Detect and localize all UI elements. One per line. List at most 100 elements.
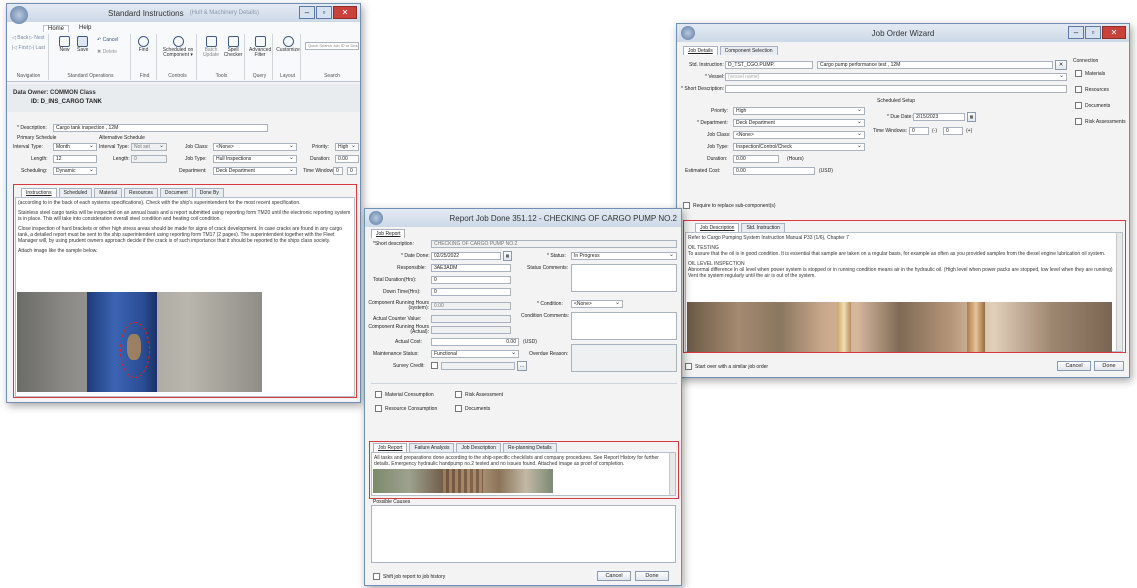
tab-job-report[interactable]: Job Report [373,443,408,452]
job-class-select[interactable]: <None> [733,131,865,139]
priority-select[interactable]: High [733,107,865,115]
date-done-calendar-button[interactable]: ▦ [503,251,512,261]
duration-input[interactable]: 0.00 [733,155,779,163]
std-instruction-desc[interactable]: Cargo pump performance test , 12M [817,61,1053,69]
start-over-checkbox[interactable] [685,363,692,370]
risk-assessments-checkbox[interactable] [1075,118,1082,125]
last-button[interactable]: ▷| Last [29,46,45,51]
job-type-select[interactable]: Inspection/Control/Check [733,143,865,151]
shift-to-history-checkbox[interactable] [373,573,380,580]
calendar-button[interactable]: ▦ [967,112,976,122]
report-scrollbar[interactable] [669,453,675,495]
std-instruction-code[interactable]: D_TST_CGO.PUMP. [725,61,813,69]
scheduled-on-component-button[interactable]: Scheduled on Component ▾ [162,36,194,58]
maintenance-status-select[interactable]: Functional [431,350,519,358]
duration-input[interactable]: 0.00 [335,155,359,163]
close-button[interactable]: ✕ [333,6,357,19]
tab-home[interactable]: Home [43,25,70,32]
possible-causes-input[interactable] [371,505,676,563]
tab-component-selection[interactable]: Component Selection [719,46,778,55]
new-button[interactable]: New [59,36,70,53]
batch-update-button[interactable]: Batch Update [201,36,221,58]
vessel-select[interactable]: (vessel name) [725,73,1067,81]
maximize-button[interactable]: ▫ [1085,26,1101,39]
job-type-select[interactable]: Hull Inspections [213,155,297,163]
tab-resources[interactable]: Resources [124,188,158,197]
next-button[interactable]: ▷ Next [29,36,45,41]
tab-job-description[interactable]: Job Description [695,223,740,232]
minimize-button[interactable]: – [299,6,315,19]
material-consumption-checkbox[interactable] [375,391,382,398]
tab-failure-analysis[interactable]: Failure Analysis [409,443,455,452]
scheduling-select[interactable]: Dynamic [53,167,97,175]
crh-system-input[interactable]: 0.00 [431,302,511,310]
report-done-button[interactable]: Done [635,571,669,581]
advanced-filter-button[interactable]: Advanced Filter [249,36,271,58]
date-done-input[interactable]: 02/25/2022 [431,252,501,260]
short-description-input[interactable]: CHECKING OF CARGO PUMP NO.2 [431,240,677,248]
resource-consumption-checkbox[interactable] [375,405,382,412]
status-comments-input[interactable] [571,264,677,292]
condition-select[interactable]: <None> [571,300,623,308]
tab-replanning-details[interactable]: Re-planning Details [502,443,557,452]
priority-select[interactable]: High [335,143,359,151]
length-input[interactable]: 12 [53,155,97,163]
alt-length-input[interactable]: 0 [131,155,167,163]
description-input[interactable]: Cargo tank inspection , 12M [53,124,268,132]
estimated-cost-input[interactable]: 0.00 [733,167,815,175]
app-logo-icon[interactable] [10,6,28,24]
tab-material[interactable]: Material [94,188,123,197]
down-time-input[interactable]: 0 [431,288,511,296]
back-button[interactable]: ◁ Back [12,36,28,41]
maximize-button[interactable]: ▫ [316,6,332,19]
job-class-select[interactable]: <None> [213,143,297,151]
interval-type-select[interactable]: Month [53,143,97,151]
first-button[interactable]: |◁ First [12,46,28,51]
crh-actual-input[interactable] [431,326,511,334]
tab-scheduled[interactable]: Scheduled [58,188,93,197]
tab-job-details[interactable]: Job Details [683,46,718,55]
description-scrollbar[interactable] [1116,233,1122,351]
time-windows-a[interactable]: 0 [909,127,929,135]
std-instruction-clear-button[interactable]: ✕ [1055,60,1067,70]
tab-document[interactable]: Document [159,188,193,197]
time-windows-a[interactable]: 0 [333,167,343,175]
survey-credit-input[interactable] [441,362,515,370]
tab-job-description[interactable]: Job Description [456,443,501,452]
delete-button[interactable]: ✖ Delete [97,50,117,55]
spell-checker-button[interactable]: Spell Checker [222,36,244,58]
status-select[interactable]: In Progress [571,252,677,260]
cancel-button[interactable]: ↶ Cancel [97,38,118,43]
total-duration-input[interactable]: 0 [431,276,511,284]
alt-interval-type-select[interactable]: Not set [131,143,167,151]
department-select[interactable]: Deck Department [213,167,297,175]
due-date-input[interactable]: 2/15/2023 [913,113,965,121]
materials-checkbox[interactable] [1075,70,1082,77]
tab-instructions[interactable]: Instructions [21,188,57,197]
time-windows-b[interactable]: 0 [347,167,357,175]
customize-button[interactable]: Customize [276,36,300,53]
responsible-input[interactable]: 3AE3ADM [431,264,511,272]
tab-std-instruction[interactable]: Std. Instruction [741,223,785,232]
overdue-reason-input[interactable] [571,344,677,372]
save-button[interactable]: Save [77,36,88,53]
department-select[interactable]: Deck Department [733,119,865,127]
short-description-input[interactable] [725,85,1067,93]
time-windows-b[interactable]: 0 [943,127,963,135]
report-cancel-button[interactable]: Cancel [597,571,631,581]
wizard-done-button[interactable]: Done [1094,361,1124,371]
tab-job-report[interactable]: Job Report [371,229,406,238]
actual-cost-input[interactable]: 0.00 [431,338,519,346]
wizard-cancel-button[interactable]: Cancel [1057,361,1091,371]
find-button[interactable]: Find [138,36,149,53]
risk-assessment-checkbox[interactable] [455,391,462,398]
close-button[interactable]: ✕ [1102,26,1126,39]
survey-credit-browse-button[interactable]: … [517,361,527,371]
actual-counter-input[interactable] [431,315,511,323]
tab-done-by[interactable]: Done By [194,188,224,197]
resources-checkbox[interactable] [1075,86,1082,93]
survey-credit-checkbox[interactable] [431,362,438,369]
minimize-button[interactable]: – [1068,26,1084,39]
condition-comments-input[interactable] [571,312,677,340]
documents-checkbox[interactable] [1075,102,1082,109]
